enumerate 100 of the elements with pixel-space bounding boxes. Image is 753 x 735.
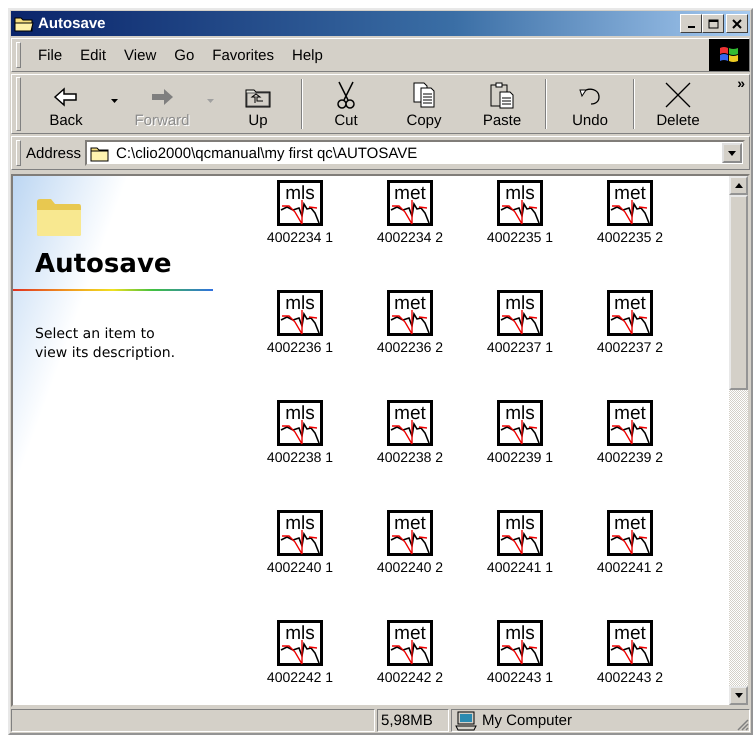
file-name[interactable]: 4002235 1 xyxy=(486,229,554,245)
icon-label: mls xyxy=(285,513,315,534)
chart-file-icon[interactable]: met xyxy=(387,620,433,666)
address-field[interactable]: C:\clio2000\qcmanual\my first qc\AUTOSAVE xyxy=(85,140,745,166)
minimize-button[interactable] xyxy=(680,14,702,33)
chart-file-icon[interactable]: mls xyxy=(497,510,543,556)
chart-file-icon[interactable]: met xyxy=(607,180,653,226)
chart-file-icon[interactable]: met xyxy=(607,510,653,556)
scrollbar-thumb[interactable] xyxy=(729,195,748,390)
file-name[interactable]: 4002241 1 xyxy=(486,559,554,575)
folder-title: Autosave xyxy=(35,249,173,279)
resize-grip-icon[interactable] xyxy=(736,718,749,731)
file-name[interactable]: 4002235 2 xyxy=(596,229,664,245)
window-title: Autosave xyxy=(38,15,107,32)
maximize-button[interactable] xyxy=(702,14,724,33)
chart-file-icon[interactable]: mls xyxy=(277,400,323,446)
icon-label: mls xyxy=(505,403,535,424)
file-name[interactable]: 4002234 1 xyxy=(266,229,334,245)
icon-label: met xyxy=(394,513,426,534)
dropdown-arrow-icon[interactable] xyxy=(110,99,118,103)
chart-file-icon[interactable]: met xyxy=(387,180,433,226)
icon-label: mls xyxy=(505,183,535,204)
delete-icon xyxy=(663,80,693,110)
icon-label: mls xyxy=(285,183,315,204)
chart-file-icon[interactable]: mls xyxy=(497,290,543,336)
chart-file-icon[interactable]: mls xyxy=(497,400,543,446)
file-name[interactable]: 4002236 2 xyxy=(376,339,444,355)
file-name[interactable]: 4002239 1 xyxy=(486,449,554,465)
maximize-icon xyxy=(708,18,718,28)
chart-file-icon[interactable]: mls xyxy=(497,180,543,226)
file-name[interactable]: 4002236 1 xyxy=(266,339,334,355)
menu-item[interactable]: View xyxy=(115,44,166,66)
icon-label: mls xyxy=(505,513,535,534)
close-button[interactable] xyxy=(726,14,748,33)
folder-icon xyxy=(90,144,110,162)
icon-label: mls xyxy=(505,293,535,314)
chart-file-icon[interactable]: mls xyxy=(277,180,323,226)
caret-icon xyxy=(728,150,736,156)
icon-label: met xyxy=(614,623,646,644)
chart-file-icon[interactable]: met xyxy=(387,510,433,556)
file-name[interactable]: 4002239 2 xyxy=(596,449,664,465)
windows-logo-icon xyxy=(709,39,749,71)
file-name[interactable]: 4002237 2 xyxy=(596,339,664,355)
menu-item[interactable]: Help xyxy=(282,44,332,66)
chart-file-icon[interactable]: met xyxy=(607,620,653,666)
icon-label: met xyxy=(614,293,646,314)
up-button[interactable]: Up xyxy=(219,77,297,131)
overflow-chevron[interactable]: » xyxy=(737,75,745,91)
menu-item[interactable]: Edit xyxy=(71,44,116,66)
chart-file-icon[interactable]: met xyxy=(607,290,653,336)
dropdown-button[interactable] xyxy=(722,143,742,163)
file-name[interactable]: 4002238 1 xyxy=(266,449,334,465)
file-name[interactable]: 4002241 2 xyxy=(596,559,664,575)
address-label: Address xyxy=(26,144,82,162)
scroll-down-button[interactable] xyxy=(729,686,748,705)
paste-button[interactable]: Paste xyxy=(463,77,541,131)
icon-label: met xyxy=(614,513,646,534)
chart-file-icon[interactable]: mls xyxy=(277,620,323,666)
menu-item[interactable]: Go xyxy=(165,44,204,66)
size-text: 5,98MB xyxy=(377,709,449,732)
icon-label: met xyxy=(614,403,646,424)
close-icon xyxy=(732,18,742,28)
chart-file-icon[interactable]: met xyxy=(387,400,433,446)
up-arrow-icon xyxy=(734,183,742,188)
delete-button[interactable]: Delete xyxy=(639,77,717,131)
icon-label: met xyxy=(394,183,426,204)
undo-button[interactable]: Undo xyxy=(551,77,629,131)
folder-icon xyxy=(14,15,34,32)
back-button[interactable]: Back xyxy=(27,77,105,131)
icon-label: mls xyxy=(285,623,315,644)
down-arrow-icon xyxy=(734,693,742,698)
file-name[interactable]: 4002238 2 xyxy=(376,449,444,465)
description-text: Select an item to view its description. xyxy=(35,325,176,363)
icon-label: mls xyxy=(285,293,315,314)
file-name[interactable]: 4002237 1 xyxy=(486,339,554,355)
zone-text: My Computer xyxy=(482,712,572,729)
icon-label: met xyxy=(394,403,426,424)
file-name[interactable]: 4002240 1 xyxy=(266,559,334,575)
file-name[interactable]: 4002242 2 xyxy=(376,669,444,685)
chart-file-icon[interactable]: mls xyxy=(277,510,323,556)
file-name[interactable]: 4002243 2 xyxy=(596,669,664,685)
icon-label: met xyxy=(394,293,426,314)
menu-item[interactable]: Favorites xyxy=(203,44,283,66)
chart-file-icon[interactable]: mls xyxy=(277,290,323,336)
chart-file-icon[interactable]: mls xyxy=(497,620,543,666)
file-name[interactable]: 4002234 2 xyxy=(376,229,444,245)
file-name[interactable]: 4002240 2 xyxy=(376,559,444,575)
minimize-icon xyxy=(688,26,694,28)
chart-file-icon[interactable]: met xyxy=(387,290,433,336)
chart-file-icon[interactable]: met xyxy=(607,400,653,446)
scroll-up-button[interactable] xyxy=(729,176,748,195)
copy-button[interactable]: Copy xyxy=(385,77,463,131)
icon-label: mls xyxy=(505,623,535,644)
cut-button[interactable]: Cut xyxy=(307,77,385,131)
file-name[interactable]: 4002242 1 xyxy=(266,669,334,685)
icon-label: mls xyxy=(285,403,315,424)
icon-label: met xyxy=(394,623,426,644)
menu-item[interactable]: File xyxy=(29,44,72,66)
file-name[interactable]: 4002243 1 xyxy=(486,669,554,685)
icon-label: met xyxy=(614,183,646,204)
